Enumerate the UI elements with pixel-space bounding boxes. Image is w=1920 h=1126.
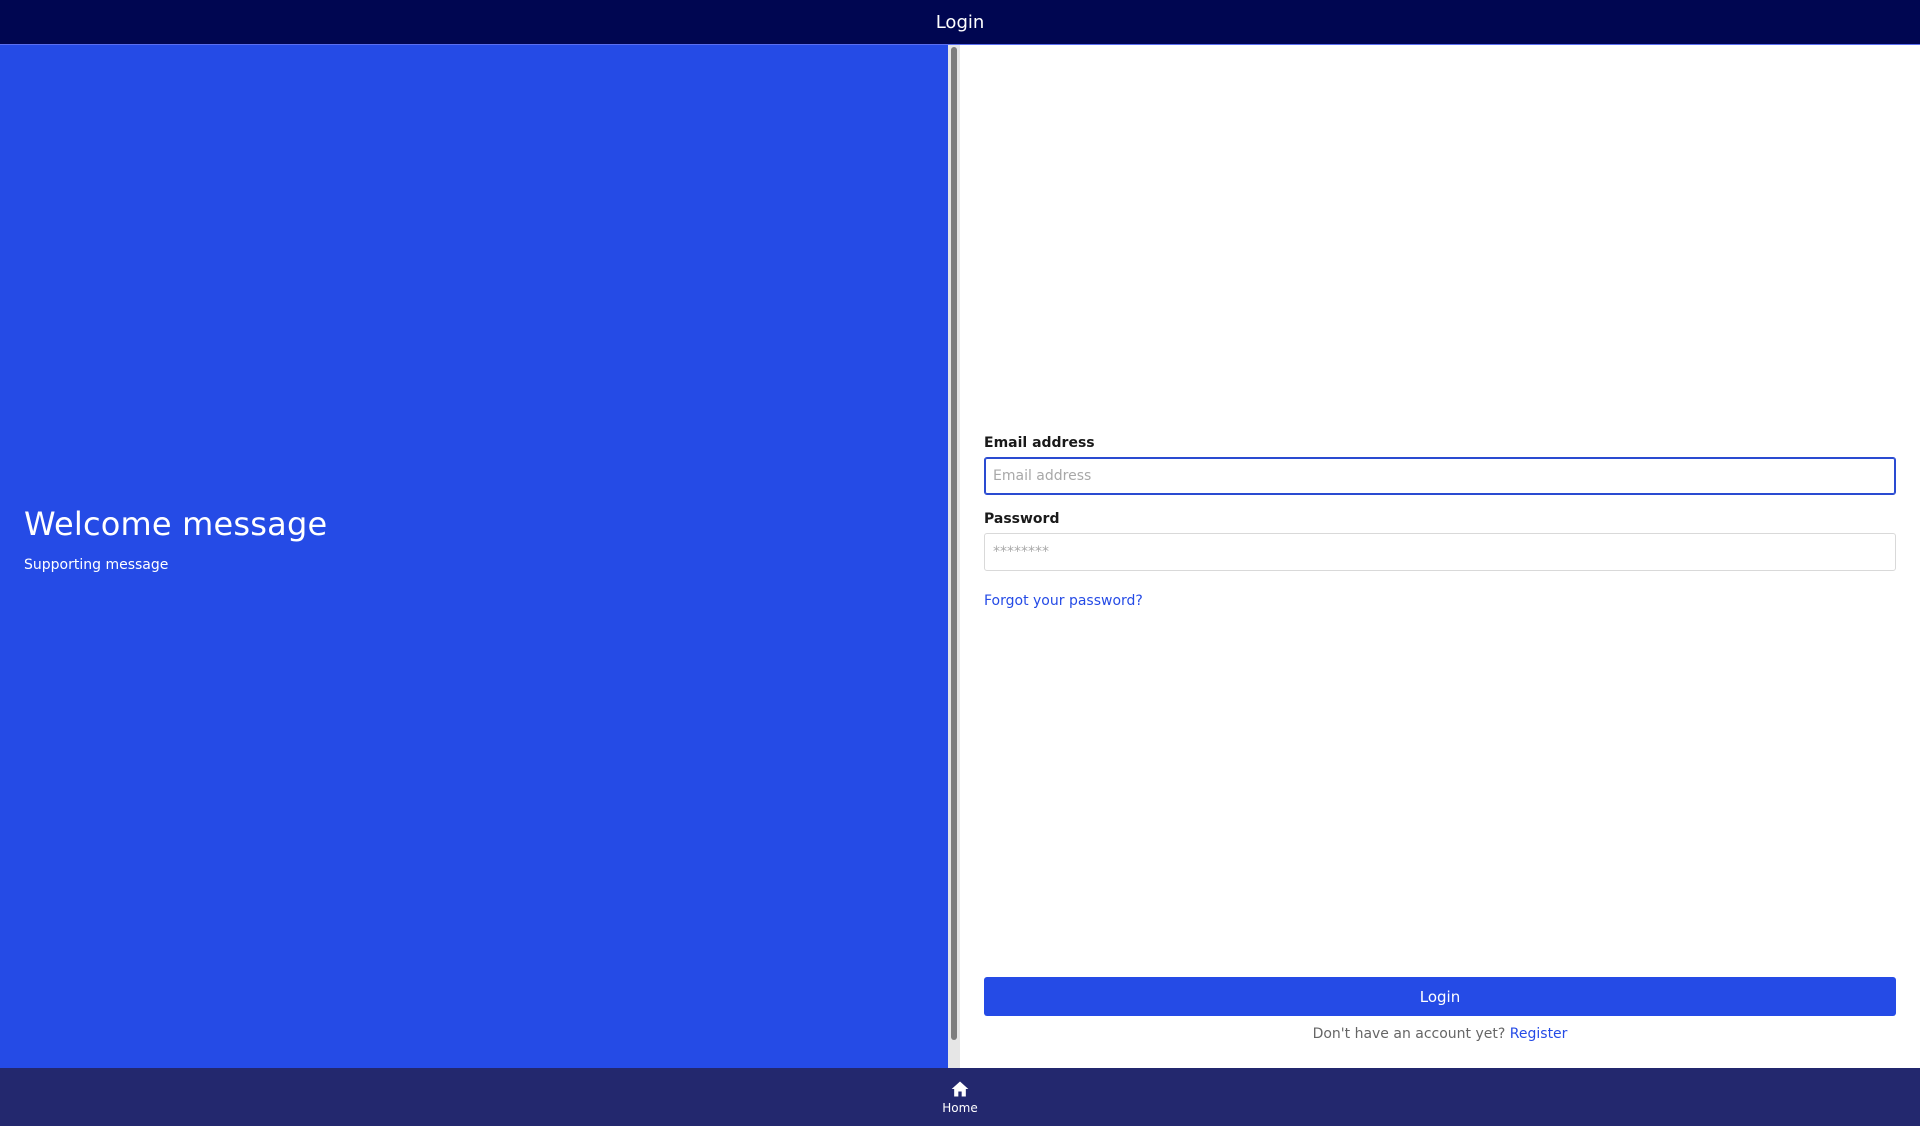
password-group: Password — [984, 511, 1896, 571]
forgot-password-link[interactable]: Forgot your password? — [984, 593, 1143, 609]
register-prompt: Don't have an account yet? Register — [984, 1026, 1896, 1042]
scrollbar-thumb[interactable] — [951, 47, 957, 1040]
login-panel: Email address Password Forgot your passw… — [960, 45, 1920, 1068]
page-title: Login — [935, 11, 985, 33]
nav-item-home[interactable]: Home — [942, 1079, 978, 1115]
login-form: Email address Password Forgot your passw… — [984, 435, 1896, 610]
scrollbar[interactable] — [948, 45, 960, 1068]
email-group: Email address — [984, 435, 1896, 495]
home-icon — [950, 1079, 970, 1099]
main-content: Welcome message Supporting message Email… — [0, 45, 1920, 1068]
welcome-title: Welcome message — [24, 505, 328, 543]
register-link[interactable]: Register — [1510, 1026, 1568, 1042]
password-field[interactable] — [984, 533, 1896, 571]
bottom-navigation: Home — [0, 1068, 1920, 1126]
app-header: Login — [0, 0, 1920, 45]
nav-item-home-label: Home — [942, 1101, 978, 1115]
login-button[interactable]: Login — [984, 977, 1896, 1016]
welcome-subtitle: Supporting message — [24, 557, 169, 573]
email-label: Email address — [984, 435, 1095, 451]
password-label: Password — [984, 511, 1060, 527]
email-field[interactable] — [984, 457, 1896, 495]
welcome-block: Welcome message Supporting message — [24, 505, 327, 573]
welcome-panel: Welcome message Supporting message — [0, 45, 948, 1068]
register-prompt-text: Don't have an account yet? — [1312, 1026, 1506, 1042]
